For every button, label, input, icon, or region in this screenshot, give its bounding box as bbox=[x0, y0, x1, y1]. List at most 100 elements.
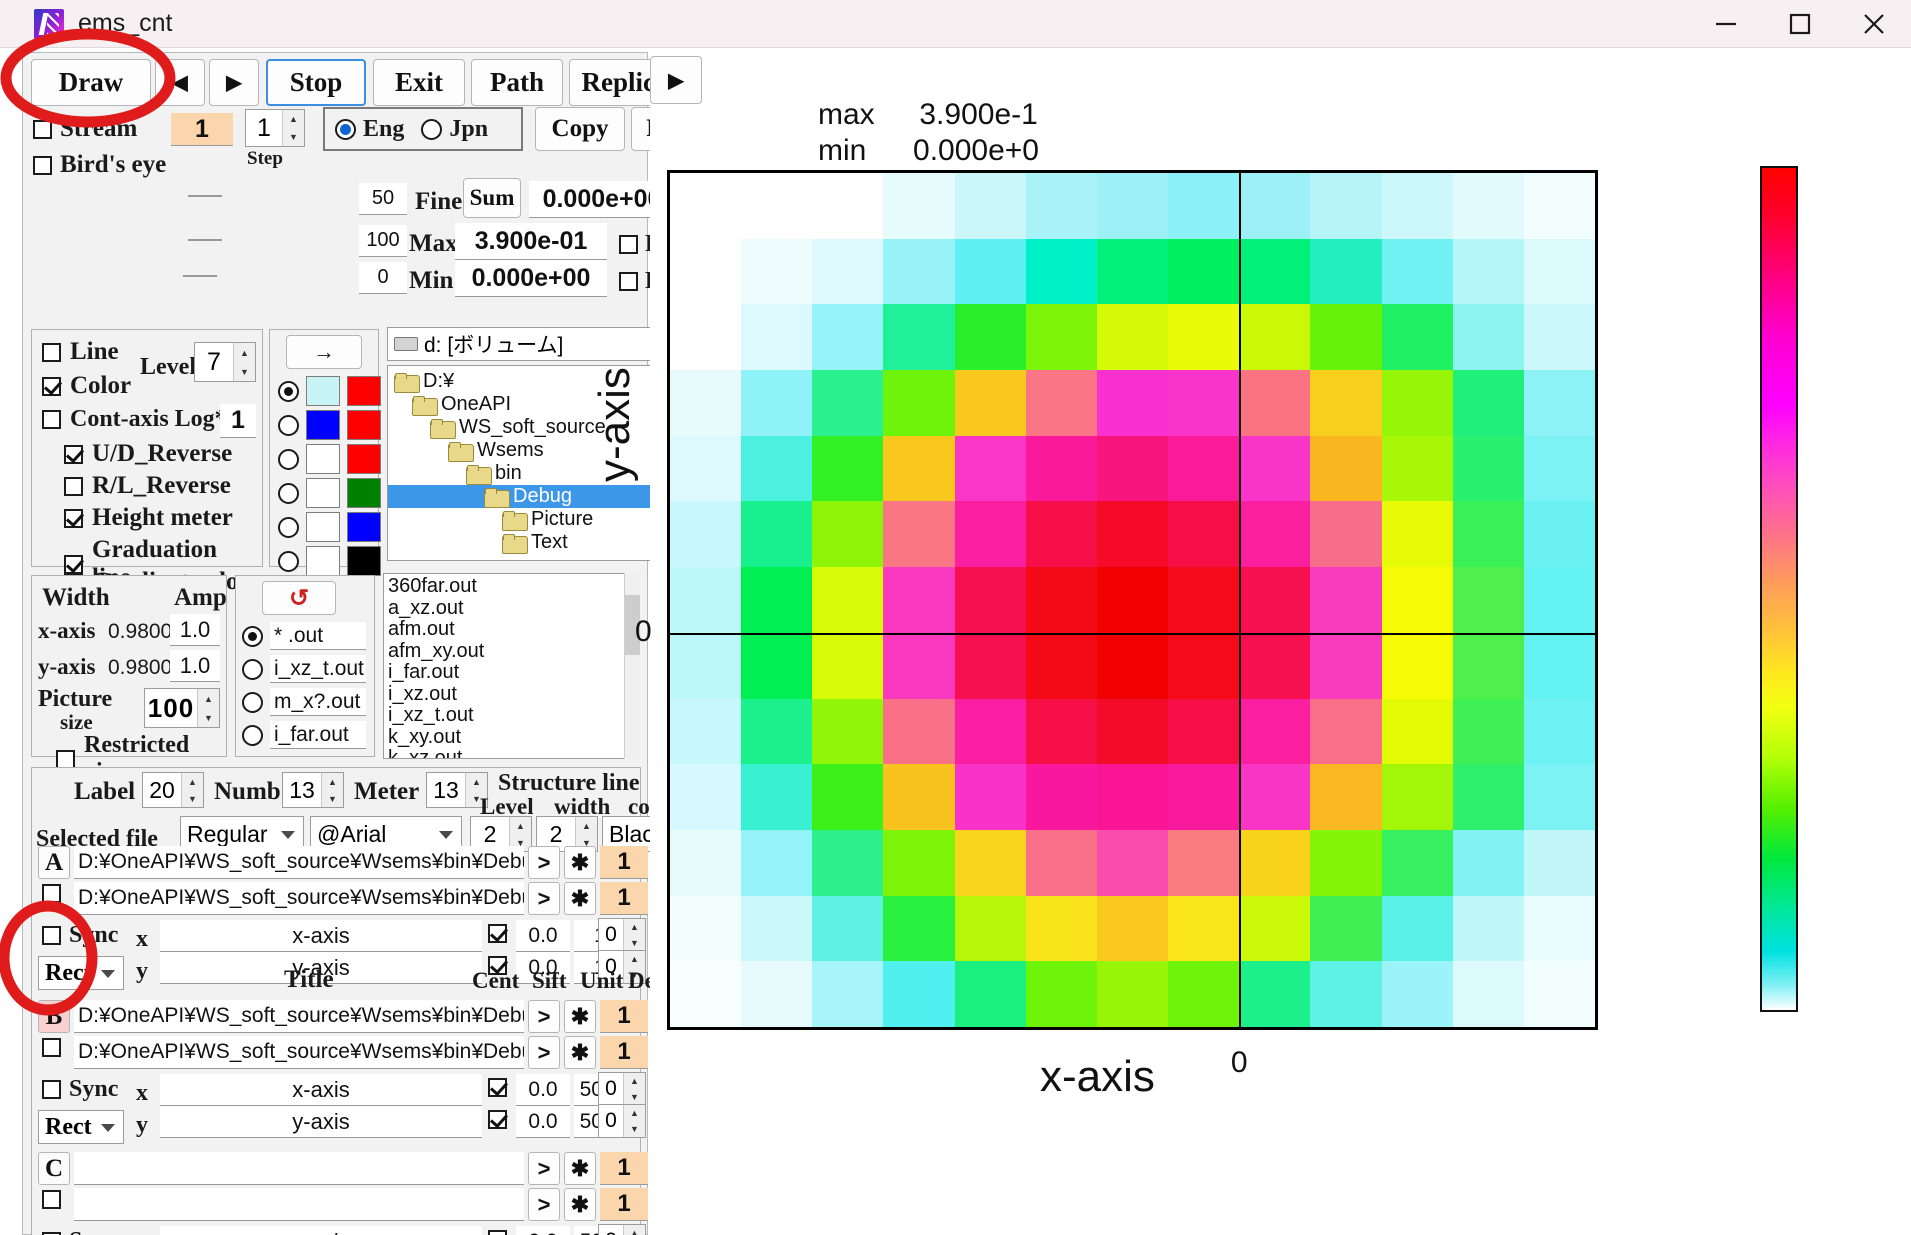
color-scheme-row[interactable] bbox=[278, 444, 381, 474]
color-swatch-high[interactable] bbox=[347, 410, 381, 440]
color-swatch-high[interactable] bbox=[347, 376, 381, 406]
min-value-field[interactable]: 0.000e+00 bbox=[455, 260, 607, 297]
maximize-icon[interactable] bbox=[1763, 0, 1837, 48]
wildcard-button[interactable]: ✱ bbox=[564, 846, 596, 879]
x-cent-checkbox[interactable] bbox=[488, 1230, 507, 1235]
birds-eye-checkbox[interactable] bbox=[33, 155, 52, 175]
wildcard-button[interactable]: ✱ bbox=[564, 1000, 596, 1033]
copy-button[interactable]: Copy bbox=[535, 107, 625, 151]
min-fix-checkbox[interactable] bbox=[619, 272, 638, 291]
browse-button[interactable]: > bbox=[528, 846, 560, 879]
color-scheme-row[interactable] bbox=[278, 410, 381, 440]
group-file-secondary[interactable] bbox=[74, 1188, 524, 1221]
file-list-scrollbar[interactable] bbox=[624, 573, 641, 759]
numb-spinner[interactable]: 13 ▲ ▼ bbox=[282, 772, 344, 808]
ud-reverse-checkbox[interactable] bbox=[64, 444, 83, 464]
wildcard-button[interactable]: ✱ bbox=[564, 1036, 596, 1069]
wildcard-button[interactable]: ✱ bbox=[564, 1188, 596, 1221]
heatmap[interactable] bbox=[667, 170, 1598, 1030]
x-axis-title-field[interactable]: x-axis bbox=[160, 920, 482, 952]
file-listbox[interactable]: 360far.out a_xz.out afm.out afm_xy.out i_far… bbox=[383, 573, 641, 759]
max-num-field[interactable]: 100 bbox=[359, 225, 407, 257]
x-cent-checkbox[interactable] bbox=[488, 1078, 507, 1102]
color-scheme-row[interactable] bbox=[278, 546, 381, 576]
color-swatch-high[interactable] bbox=[347, 512, 381, 542]
path-button[interactable]: Path bbox=[471, 59, 563, 106]
filter-option-row[interactable]: i_far.out bbox=[242, 721, 366, 749]
refresh-icon[interactable]: ↺ bbox=[262, 581, 336, 615]
fine-num-field[interactable]: 50 bbox=[359, 183, 407, 215]
list-item[interactable]: i_xz_t.out bbox=[384, 704, 640, 727]
height-meter-checkbox[interactable] bbox=[64, 508, 83, 528]
color-swatch-low[interactable] bbox=[306, 376, 340, 406]
browse-button[interactable]: > bbox=[528, 1036, 560, 1069]
stream-value-field[interactable]: 1 bbox=[171, 113, 233, 146]
color-scheme-radio[interactable] bbox=[278, 550, 299, 572]
y-cent-checkbox[interactable] bbox=[488, 1110, 507, 1134]
color-scheme-row[interactable] bbox=[278, 376, 381, 406]
line-checkbox[interactable] bbox=[42, 342, 61, 362]
filter-option-row[interactable]: * .out bbox=[242, 622, 366, 650]
group-index-field[interactable]: 1 bbox=[600, 846, 648, 879]
group-file-primary[interactable] bbox=[74, 1152, 524, 1185]
x-sift-field[interactable]: 0.0 bbox=[516, 1074, 570, 1106]
min-num-field[interactable]: 0 bbox=[359, 262, 407, 294]
apply-color-button[interactable]: → bbox=[286, 335, 362, 369]
meter-spinner[interactable]: 13 ▲ ▼ bbox=[426, 772, 488, 808]
x-sift-field[interactable]: 0.0 bbox=[516, 920, 570, 952]
x-sift-field[interactable]: 0.0 bbox=[516, 1226, 570, 1235]
play-button[interactable]: ▶ bbox=[650, 56, 702, 104]
width-y-amp-field[interactable]: 1.0 bbox=[170, 650, 220, 682]
group-tag-c[interactable]: C bbox=[38, 1152, 70, 1185]
group-file-secondary[interactable]: D:¥OneAPI¥WS_soft_source¥Wsems¥bin¥Debug… bbox=[74, 882, 524, 915]
color-swatch-low[interactable] bbox=[306, 478, 340, 508]
color-scheme-row[interactable] bbox=[278, 478, 381, 508]
step-spinner[interactable]: 1 ▲ ▼ bbox=[245, 109, 305, 147]
list-item[interactable]: k_xz.out bbox=[384, 747, 640, 758]
list-item[interactable]: a_xz.out bbox=[384, 597, 640, 620]
browse-button[interactable]: > bbox=[528, 882, 560, 915]
color-scheme-radio[interactable] bbox=[278, 482, 299, 504]
x-deci-spinner[interactable]: 0▲▼ bbox=[598, 1072, 646, 1106]
color-checkbox[interactable] bbox=[42, 376, 61, 396]
level-spinner[interactable]: 7 ▲ ▼ bbox=[194, 342, 256, 382]
sum-button[interactable]: Sum bbox=[463, 178, 521, 218]
tree-node[interactable]: Picture bbox=[388, 508, 676, 531]
group-index-field-secondary[interactable]: 1 bbox=[600, 1036, 648, 1069]
list-item[interactable]: 360far.out bbox=[384, 575, 640, 598]
group-secondary-checkbox[interactable] bbox=[42, 1190, 61, 1214]
width-x-amp-field[interactable]: 1.0 bbox=[170, 614, 220, 646]
prev-button[interactable]: ◀ bbox=[155, 59, 205, 106]
color-scheme-radio[interactable] bbox=[278, 380, 299, 402]
exit-button[interactable]: Exit bbox=[373, 59, 465, 106]
shape-select[interactable]: Rect bbox=[38, 1110, 124, 1144]
cont-axis-log-value[interactable]: 1 bbox=[220, 404, 256, 438]
list-item[interactable]: i_far.out bbox=[384, 661, 640, 684]
stop-button[interactable]: Stop bbox=[266, 59, 366, 106]
stream-checkbox[interactable] bbox=[33, 119, 52, 139]
color-scheme-radio[interactable] bbox=[278, 448, 299, 470]
group-index-field[interactable]: 1 bbox=[600, 1152, 648, 1185]
max-value-field[interactable]: 3.900e-01 bbox=[455, 223, 607, 260]
color-scheme-radio[interactable] bbox=[278, 414, 299, 436]
filter-radio[interactable] bbox=[242, 691, 263, 713]
filter-radio[interactable] bbox=[242, 724, 263, 746]
color-scheme-radio[interactable] bbox=[278, 516, 299, 538]
x-axis-title-field[interactable]: x-axis bbox=[160, 1226, 482, 1235]
browse-button[interactable]: > bbox=[528, 1000, 560, 1033]
rl-reverse-checkbox[interactable] bbox=[64, 476, 83, 496]
radio-jpn[interactable] bbox=[421, 118, 443, 140]
y-deci-spinner[interactable]: 0 ▲ ▼ bbox=[598, 1104, 646, 1138]
cont-axis-log-checkbox[interactable] bbox=[42, 410, 61, 429]
color-swatch-low[interactable] bbox=[306, 546, 340, 576]
group-file-primary[interactable]: D:¥OneAPI¥WS_soft_source¥Wsems¥bin¥Debug… bbox=[74, 846, 524, 879]
browse-button[interactable]: > bbox=[528, 1152, 560, 1185]
group-file-primary[interactable]: D:¥OneAPI¥WS_soft_source¥Wsems¥bin¥Debug… bbox=[74, 1000, 524, 1033]
group-tag-a[interactable]: A bbox=[38, 846, 70, 879]
color-swatch-high[interactable] bbox=[347, 546, 381, 576]
wildcard-button[interactable]: ✱ bbox=[564, 882, 596, 915]
fine-slider-track[interactable] bbox=[188, 195, 222, 197]
picture-size-spinner[interactable]: 100 ▲ ▼ bbox=[144, 688, 220, 728]
filter-option-row[interactable]: i_xz_t.out bbox=[242, 655, 366, 683]
restricted-view-checkbox[interactable] bbox=[56, 749, 75, 769]
